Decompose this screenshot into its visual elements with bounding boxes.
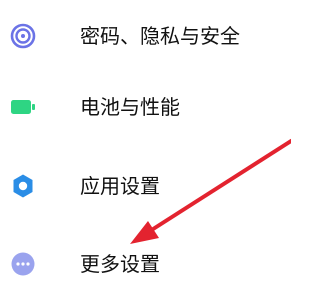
settings-item-app-settings[interactable]: 应用设置: [0, 158, 291, 214]
settings-item-more-settings[interactable]: 更多设置: [0, 236, 291, 292]
settings-item-label: 密码、隐私与安全: [80, 24, 240, 48]
settings-list: 密码、隐私与安全 电池与性能 应用设置 更多设置: [0, 0, 291, 299]
settings-item-label: 应用设置: [80, 174, 160, 198]
settings-item-privacy-security[interactable]: 密码、隐私与安全: [0, 8, 291, 64]
settings-item-label: 更多设置: [80, 252, 160, 276]
fingerprint-icon: [10, 23, 36, 49]
battery-icon: [10, 94, 36, 120]
gear-icon: [10, 173, 36, 199]
settings-item-label: 电池与性能: [80, 95, 180, 119]
more-dots-icon: [10, 251, 36, 277]
settings-item-battery-performance[interactable]: 电池与性能: [0, 79, 291, 135]
